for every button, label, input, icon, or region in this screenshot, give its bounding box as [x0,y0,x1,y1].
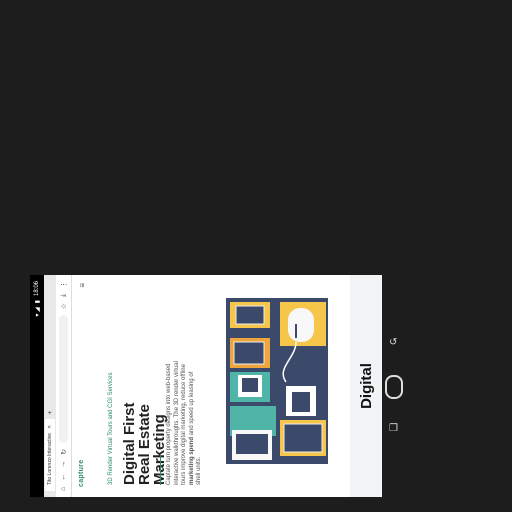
hamburger-icon[interactable]: ≡ [78,283,87,288]
heading-line-1: Digital First [121,402,138,485]
reload-icon[interactable]: ↻ [60,449,68,455]
url-input[interactable] [59,315,68,443]
home-icon[interactable]: ⌂ [60,487,67,491]
rotated-content: ▾ ◢ ▮ 18:06 Tito Lorenzo Interactive ✕ +… [30,275,382,497]
tab-strip: Tito Lorenzo Interactive ✕ + [44,275,56,497]
hero-body: Captate turn property designs into web-b… [166,360,204,485]
section-title: Digital [358,363,375,409]
recents-nav-icon[interactable]: ❐ [389,423,398,434]
menu-icon[interactable]: ⋮ [60,281,68,288]
body-text-bold: marketing spend [188,436,195,485]
accent-divider [160,455,161,485]
close-tab-icon[interactable]: ✕ [47,425,53,429]
star-icon[interactable]: ☆ [60,303,68,309]
tablet-screen: ▾ ◢ ▮ 18:06 Tito Lorenzo Interactive ✕ +… [30,275,382,497]
browser-tab[interactable]: Tito Lorenzo Interactive ✕ [45,418,55,491]
tab-title: Tito Lorenzo Interactive [47,432,53,485]
forward-icon[interactable]: → [60,461,67,468]
heading-line-2: Real Estate Marketing [136,404,168,485]
download-icon[interactable]: ⤓ [60,294,68,297]
back-icon[interactable]: ← [60,474,67,481]
address-bar: ⌂ ← → ↻ ☆ ⤓ ⋮ [56,275,72,497]
status-bar: ▾ ◢ ▮ 18:06 [30,275,44,497]
signal-icon: ▾ ◢ [34,307,41,317]
battery-icon: ▮ [34,300,41,304]
body-text-1: Captate turn property designs into web-b… [166,361,187,485]
back-nav-icon[interactable]: ↺ [389,337,397,348]
hero-illustration [226,298,328,464]
clock: 18:06 [34,281,40,297]
mouse-shape [288,308,314,342]
hero-kicker: 3D Render Virtual Tours and CGI Services [108,372,114,486]
home-nav-icon[interactable] [385,375,403,399]
android-nav-bar: ↺ ❐ [382,275,412,497]
new-tab-button[interactable]: + [47,411,54,415]
site-logo[interactable]: capture [78,460,85,487]
